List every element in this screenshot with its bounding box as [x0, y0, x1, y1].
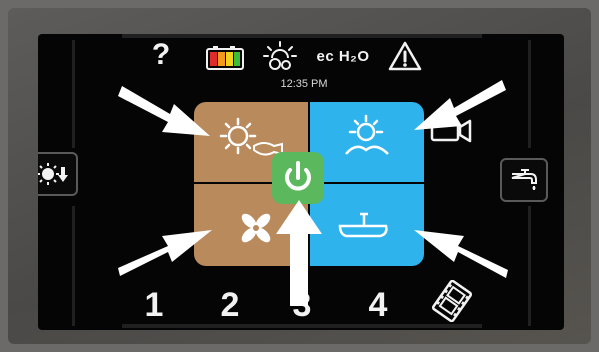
faucet-button[interactable]	[500, 158, 548, 202]
tray-icon	[338, 212, 388, 238]
warning-icon[interactable]	[388, 40, 422, 72]
power-button[interactable]	[272, 152, 324, 204]
sun-settings-icon[interactable]	[260, 40, 300, 74]
arrow-top-right	[414, 80, 506, 130]
help-button[interactable]: ?	[146, 38, 176, 72]
sun-landscape-icon	[345, 114, 389, 155]
arrow-bottom-right	[414, 230, 508, 278]
clock-time: 12:35 PM	[280, 78, 328, 90]
sun-landscape-tile[interactable]	[310, 102, 424, 182]
tray-tile[interactable]	[310, 184, 424, 266]
zone-number-4[interactable]: 4	[358, 286, 398, 325]
eco-water-label: ec H₂O	[316, 48, 370, 65]
faucet-icon	[511, 169, 537, 190]
arrow-top-left	[118, 86, 210, 136]
help-icon: ?	[151, 38, 171, 71]
power-icon	[285, 161, 311, 191]
right-rail	[528, 40, 531, 148]
right-rail-lower	[528, 206, 531, 326]
zone-number-2[interactable]: 2	[210, 286, 250, 325]
touchscreen: ? ec H₂O 12:35 PM 1 2 4	[38, 34, 564, 330]
eco-water-icon[interactable]: ec H₂O	[310, 48, 376, 70]
arrow-up-center	[276, 200, 322, 306]
top-rail	[122, 34, 482, 38]
sun-down-button[interactable]	[38, 152, 78, 196]
battery-icon[interactable]	[206, 46, 244, 70]
left-rail	[72, 40, 75, 148]
left-rail-lower	[72, 206, 75, 326]
arrow-bottom-left	[118, 230, 212, 276]
sun-down-icon	[38, 163, 68, 185]
